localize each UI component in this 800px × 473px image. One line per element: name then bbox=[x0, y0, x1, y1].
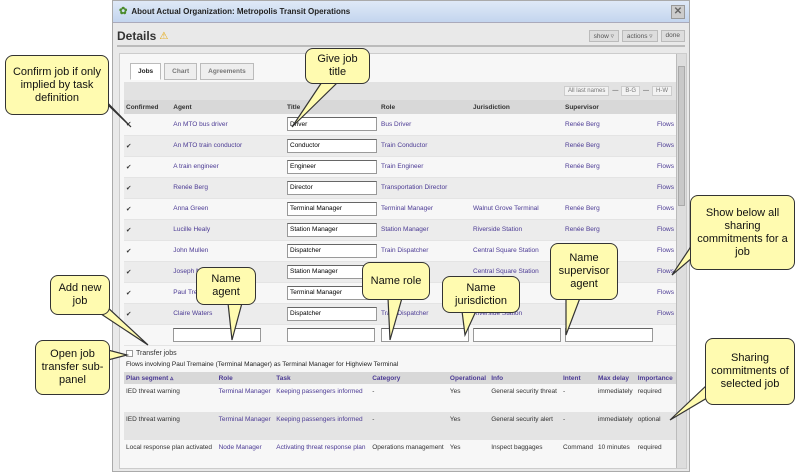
tail-flows bbox=[671, 243, 693, 276]
callout-agent: Name agent bbox=[196, 267, 256, 305]
tail-sharing bbox=[669, 383, 708, 421]
tail-agent bbox=[227, 302, 243, 341]
tail-transfer bbox=[107, 349, 130, 361]
tail-role bbox=[387, 297, 403, 341]
tail-title bbox=[291, 81, 340, 128]
callout-title: Give job title bbox=[305, 48, 370, 84]
callout-role: Name role bbox=[362, 262, 430, 300]
callout-flows: Show below all sharing commitments for a… bbox=[690, 195, 795, 270]
callout-transfer: Open job transfer sub-panel bbox=[35, 340, 110, 395]
callout-jurisdiction: Name jurisdiction bbox=[442, 276, 520, 313]
callout-confirm: Confirm job if only implied by task defi… bbox=[5, 55, 109, 115]
tail-jurisdiction bbox=[461, 310, 477, 338]
callout-tails bbox=[93, 81, 708, 421]
tail-supervisor bbox=[565, 297, 581, 336]
callout-supervisor: Name supervisor agent bbox=[550, 243, 618, 300]
callout-add: Add new job bbox=[50, 275, 110, 315]
callout-sharing: Sharing commitments of selected job bbox=[705, 338, 795, 405]
